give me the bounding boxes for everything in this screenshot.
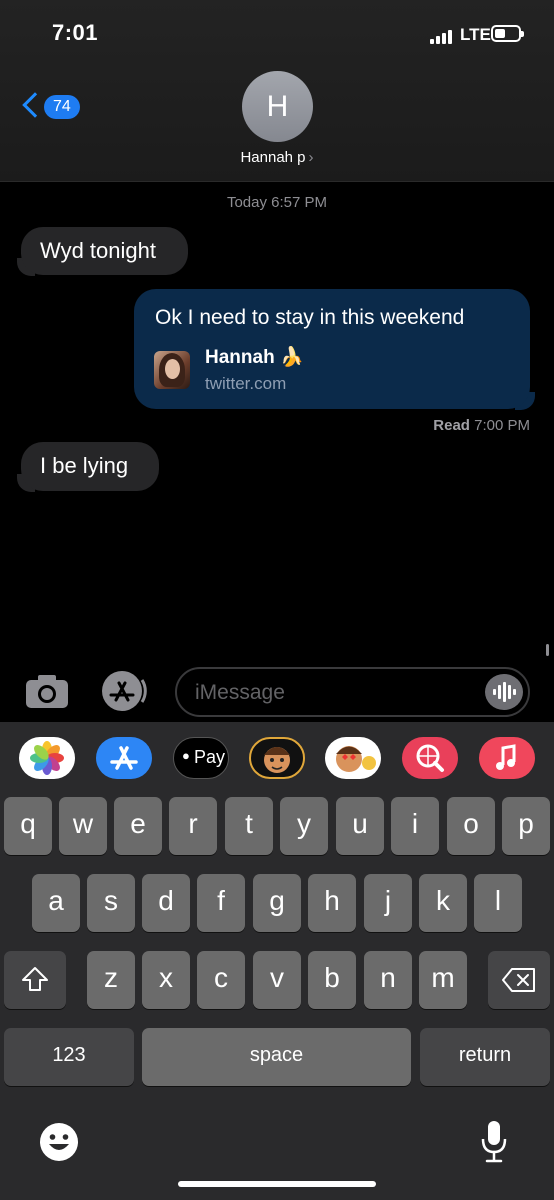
key-c[interactable]: c — [197, 951, 245, 1009]
microphone-icon — [481, 1121, 507, 1163]
memoji-stickers-icon — [336, 746, 376, 772]
key-g[interactable]: g — [253, 874, 301, 932]
key-s[interactable]: s — [87, 874, 135, 932]
key-n[interactable]: n — [364, 951, 412, 1009]
apple-pay-label: Pay — [194, 747, 226, 767]
music-app-button[interactable] — [479, 737, 535, 779]
key-m[interactable]: m — [419, 951, 467, 1009]
key-a[interactable]: a — [32, 874, 80, 932]
key-d[interactable]: d — [142, 874, 190, 932]
backspace-icon — [502, 968, 535, 992]
emoji-smiley-icon — [40, 1123, 78, 1161]
cellular-signal-icon — [430, 28, 454, 44]
app-store-app-button[interactable] — [96, 737, 152, 779]
link-preview-title[interactable]: Hannah 🍌 — [205, 345, 304, 369]
contact-name: Hannah p — [240, 149, 306, 166]
key-i[interactable]: i — [391, 797, 439, 855]
incoming-message-bubble[interactable]: I be lying — [21, 442, 159, 491]
shift-arrow-icon — [22, 967, 48, 991]
scrollbar[interactable] — [546, 644, 549, 656]
key-r[interactable]: r — [169, 797, 217, 855]
camera-button[interactable] — [24, 672, 70, 710]
key-p[interactable]: p — [502, 797, 550, 855]
audio-message-button[interactable] — [485, 674, 523, 710]
key-w[interactable]: w — [59, 797, 107, 855]
key-b[interactable]: b — [308, 951, 356, 1009]
contact-avatar[interactable]: H — [242, 71, 313, 142]
key-t[interactable]: t — [225, 797, 273, 855]
home-indicator[interactable] — [178, 1181, 376, 1187]
message-text: Wyd tonight — [40, 238, 156, 263]
memoji-icon — [264, 747, 290, 773]
key-y[interactable]: y — [280, 797, 328, 855]
read-receipt: Read 7:00 PM — [300, 417, 530, 434]
key-u[interactable]: u — [336, 797, 384, 855]
link-preview-thumbnail — [154, 351, 190, 389]
apple-pay-app-button[interactable]: ● Pay — [173, 737, 229, 779]
globe-search-icon — [416, 744, 444, 772]
memoji-app-button[interactable] — [249, 737, 305, 779]
photos-app-button[interactable] — [19, 737, 75, 779]
key-v[interactable]: v — [253, 951, 301, 1009]
images-search-app-button[interactable] — [402, 737, 458, 779]
delete-key[interactable] — [488, 951, 550, 1009]
key-h[interactable]: h — [308, 874, 356, 932]
key-f[interactable]: f — [197, 874, 245, 932]
photos-icon — [30, 741, 64, 775]
key-k[interactable]: k — [419, 874, 467, 932]
shift-key[interactable] — [4, 951, 66, 1009]
app-store-icon — [102, 671, 147, 711]
dictation-button[interactable] — [478, 1119, 510, 1165]
unread-count-badge: 74 — [44, 95, 80, 119]
outgoing-message-bubble[interactable]: Ok I need to stay in this weekend Hannah… — [134, 289, 530, 409]
key-x[interactable]: x — [142, 951, 190, 1009]
memoji-stickers-app-button[interactable] — [325, 737, 381, 779]
battery-icon — [491, 25, 524, 42]
message-input[interactable]: iMessage — [175, 667, 530, 717]
key-j[interactable]: j — [364, 874, 412, 932]
key-z[interactable]: z — [87, 951, 135, 1009]
message-input-placeholder: iMessage — [195, 681, 285, 704]
contact-name-button[interactable]: Hannah p › — [200, 149, 354, 166]
space-key[interactable]: space — [142, 1028, 411, 1086]
link-preview-url[interactable]: twitter.com — [205, 374, 286, 394]
network-type: LTE — [460, 25, 491, 44]
key-q[interactable]: q — [4, 797, 52, 855]
apple-logo-icon: ● — [182, 748, 190, 763]
key-o[interactable]: o — [447, 797, 495, 855]
key-e[interactable]: e — [114, 797, 162, 855]
status-time: 7:01 — [52, 20, 99, 45]
numbers-key[interactable]: 123 — [4, 1028, 134, 1086]
return-key[interactable]: return — [420, 1028, 550, 1086]
message-timestamp: Today 6:57 PM — [226, 194, 328, 211]
read-time: 7:00 PM — [474, 417, 530, 434]
emoji-button[interactable] — [38, 1121, 80, 1163]
music-note-icon — [496, 744, 516, 770]
message-text: Ok I need to stay in this weekend — [155, 306, 465, 329]
chevron-right-icon: › — [308, 149, 314, 166]
incoming-message-bubble[interactable]: Wyd tonight — [21, 227, 188, 275]
camera-icon — [26, 675, 68, 708]
message-text: I be lying — [40, 453, 129, 478]
key-l[interactable]: l — [474, 874, 522, 932]
back-button[interactable]: 74 — [20, 92, 82, 124]
app-store-icon — [110, 746, 138, 770]
apps-button[interactable] — [98, 670, 148, 712]
read-label: Read — [433, 417, 470, 434]
